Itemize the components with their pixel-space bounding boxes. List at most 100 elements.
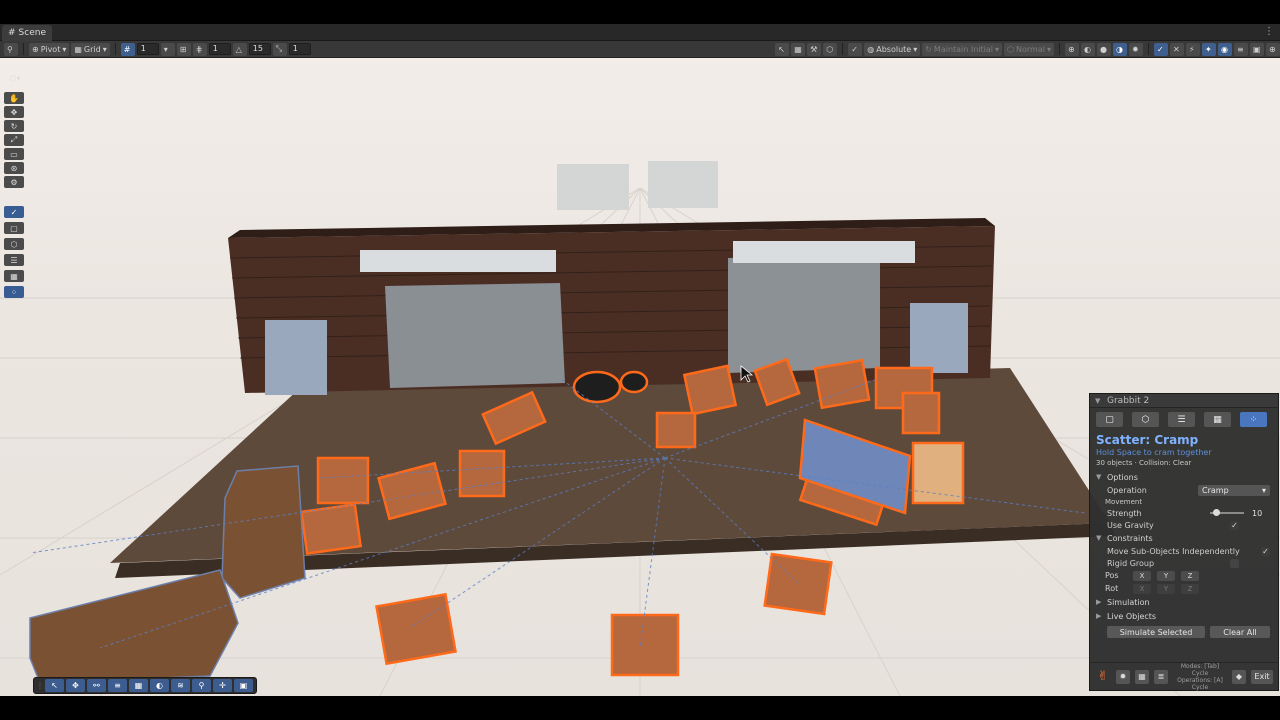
rigid-checkbox[interactable]: ✓ — [1230, 558, 1239, 568]
operation-dropdown[interactable]: Cramp ▾ — [1198, 484, 1270, 496]
grabbit-tool-icon[interactable]: ✓ — [1154, 42, 1168, 56]
pos-z-toggle[interactable]: Z — [1181, 570, 1199, 581]
move-snap-field[interactable]: 1 — [208, 43, 231, 55]
scatter-icon[interactable]: ⁘ — [4, 286, 24, 298]
simulate-selected-button[interactable]: Simulate Selected — [1107, 626, 1205, 638]
camera-icon[interactable]: ▣ — [234, 679, 253, 692]
move-sub-checkbox[interactable]: ✓ — [1261, 546, 1270, 556]
layers-icon[interactable]: ≡ — [1234, 42, 1248, 56]
slider-knob[interactable] — [1213, 509, 1221, 516]
rect-tool-icon[interactable]: ▭ — [4, 148, 24, 160]
hand-tool-icon[interactable]: ✋ — [4, 92, 24, 104]
clear-all-button[interactable]: Clear All — [1210, 626, 1270, 638]
increment-snap-icon[interactable]: ⊞ — [176, 42, 191, 56]
lit-mode-icon[interactable]: ◑ — [1113, 42, 1127, 56]
grid-view-icon[interactable]: ▦ — [791, 42, 806, 56]
movement-label: Movement — [1105, 498, 1143, 506]
stack-icon[interactable]: ☰ — [4, 254, 24, 266]
bounds-mode-icon[interactable]: ▢ — [1096, 412, 1123, 427]
link-tool-icon[interactable]: ⚯ — [87, 679, 106, 692]
cube-menu-icon[interactable]: ⬡▾ — [4, 72, 26, 84]
view-options-icon[interactable]: ⚲ — [4, 42, 18, 56]
rot-x-toggle[interactable]: X — [1133, 583, 1151, 594]
scene-viewport[interactable]: ⬡▾ ✋ ✥ ↻ ⤢ ▭ ⊛ ⚙ ✓ ▢ ⬡ ☰ ▦ ⁘ — [0, 58, 1280, 696]
layers-tool-icon[interactable]: ≋ — [171, 679, 190, 692]
stack-mode-icon[interactable]: ☰ — [1168, 412, 1195, 427]
tab-scene[interactable]: # Scene — [2, 25, 52, 41]
gear-icon[interactable]: ✹ — [1116, 669, 1130, 684]
rotate-snap-field[interactable]: 15 — [248, 43, 271, 55]
normal-dropdown[interactable]: ⬡ Normal ▾ — [1004, 42, 1054, 56]
cube-icon[interactable]: ⬡ — [823, 42, 838, 56]
pos-y-toggle[interactable]: Y — [1157, 570, 1175, 581]
bounds-icon[interactable]: ▢ — [4, 222, 24, 234]
strength-value[interactable]: 10 — [1252, 509, 1270, 518]
rotate-tool-icon[interactable]: ↻ — [4, 120, 24, 132]
scale-snap-field[interactable]: 1 — [288, 43, 311, 55]
constraints-section[interactable]: ▼ Constraints — [1090, 531, 1278, 545]
maintain-label: Maintain Initial — [933, 44, 994, 54]
grid-icon[interactable]: ▦ — [1135, 669, 1149, 684]
add-cube-icon[interactable]: ⬡ — [4, 238, 24, 250]
absolute-dropdown[interactable]: ◍ Absolute ▾ — [864, 42, 921, 56]
scene-toolbar: ⚲ ⊕ Pivot ▾ ▦ Grid ▾ # 1 ▾ ⊞ ⋕ 1 △ 15 ⤡ 1 ↖ … — [0, 41, 1280, 58]
sphere-icon[interactable]: ● — [1097, 42, 1111, 56]
scene-fx-icon[interactable]: ✦ — [1202, 42, 1216, 56]
custom-tool-icon[interactable]: ⚙ — [4, 176, 24, 188]
select-tool-icon[interactable]: ↖ — [45, 679, 64, 692]
tools-icon[interactable]: ⚒ — [807, 42, 822, 56]
gravity-checkbox[interactable]: ✓ — [1230, 520, 1239, 530]
transform-tool-icon[interactable]: ⊛ — [4, 162, 24, 174]
scale-tool-icon[interactable]: ⤢ — [4, 134, 24, 146]
list-icon[interactable]: ≣ — [1154, 669, 1168, 684]
maintain-dropdown[interactable]: ↻ Maintain Initial ▾ — [922, 42, 1003, 56]
operation-row: Operation Cramp ▾ — [1090, 484, 1278, 496]
grid-dropdown[interactable]: ▦ Grid ▾ — [71, 42, 110, 56]
grid-size-field[interactable]: 1 — [136, 43, 159, 55]
audio-icon[interactable]: ✕ — [1170, 42, 1184, 56]
fx-icon[interactable]: ⚡ — [1186, 42, 1200, 56]
chevron-down-icon[interactable]: ▾ — [160, 42, 175, 56]
kebab-menu-icon[interactable]: ⋮ — [1264, 26, 1274, 37]
check-tool-icon[interactable]: ✓ — [848, 42, 863, 56]
collapsed-triangle-icon: ▶ — [1096, 612, 1102, 620]
panel-header[interactable]: ▼ Grabbit 2 — [1090, 394, 1278, 408]
rot-y-toggle[interactable]: Y — [1157, 583, 1175, 594]
grid-mode-icon[interactable]: ▦ — [1204, 412, 1231, 427]
grabbit-select-icon[interactable]: ✓ — [4, 206, 24, 218]
search-icon[interactable]: ⚲ — [192, 679, 211, 692]
cycle-hint: Cycle — [1191, 683, 1209, 691]
cube-mode-icon[interactable]: ⬡ — [1132, 412, 1159, 427]
wire-globe-icon[interactable]: ⊕ — [1065, 42, 1079, 56]
grid-icon[interactable]: ▦ — [4, 270, 24, 282]
simulation-section[interactable]: ▶ Simulation — [1090, 595, 1278, 609]
shading-icon[interactable]: ◐ — [1081, 42, 1095, 56]
scatter-mode-icon[interactable]: ⁘ — [1240, 412, 1267, 427]
rotate-snap-icon[interactable]: △ — [232, 42, 247, 56]
scale-snap-icon[interactable]: ⤡ — [272, 42, 287, 56]
gear-icon[interactable]: ✹ — [1129, 42, 1143, 56]
move-tool-icon[interactable]: ✥ — [4, 106, 24, 118]
exit-button[interactable]: Exit — [1251, 669, 1273, 684]
pivot-dropdown[interactable]: ⊕ Pivot ▾ — [29, 42, 70, 56]
move-tool-icon[interactable]: ✥ — [66, 679, 85, 692]
options-section[interactable]: ▼ Options — [1090, 470, 1278, 484]
pos-x-toggle[interactable]: X — [1133, 570, 1151, 581]
diamond-icon[interactable]: ◆ — [1232, 669, 1246, 684]
live-objects-section[interactable]: ▶ Live Objects — [1090, 609, 1278, 623]
collapse-triangle-icon[interactable]: ▼ — [1095, 397, 1102, 405]
move-snap-icon[interactable]: ⋕ — [192, 42, 207, 56]
camera-icon[interactable]: ▣ — [1250, 42, 1264, 56]
rot-z-toggle[interactable]: Z — [1181, 583, 1199, 594]
crosshair-icon[interactable]: ✛ — [213, 679, 232, 692]
grid-tool-icon[interactable]: ▦ — [129, 679, 148, 692]
strength-slider[interactable] — [1210, 509, 1244, 516]
align-tool-icon[interactable]: ≡ — [108, 679, 127, 692]
visibility-eye-icon[interactable]: ◉ — [1218, 42, 1232, 56]
pivot-icon: ⊕ — [32, 44, 39, 54]
drag-handle-icon[interactable]: ⋮ — [36, 679, 44, 692]
grid-snap-toggle[interactable]: # — [120, 42, 135, 56]
rotate-tool-icon[interactable]: ◐ — [150, 679, 169, 692]
gizmos-globe-icon[interactable]: ⊕ — [1266, 42, 1280, 56]
pointer-icon[interactable]: ↖ — [775, 42, 790, 56]
